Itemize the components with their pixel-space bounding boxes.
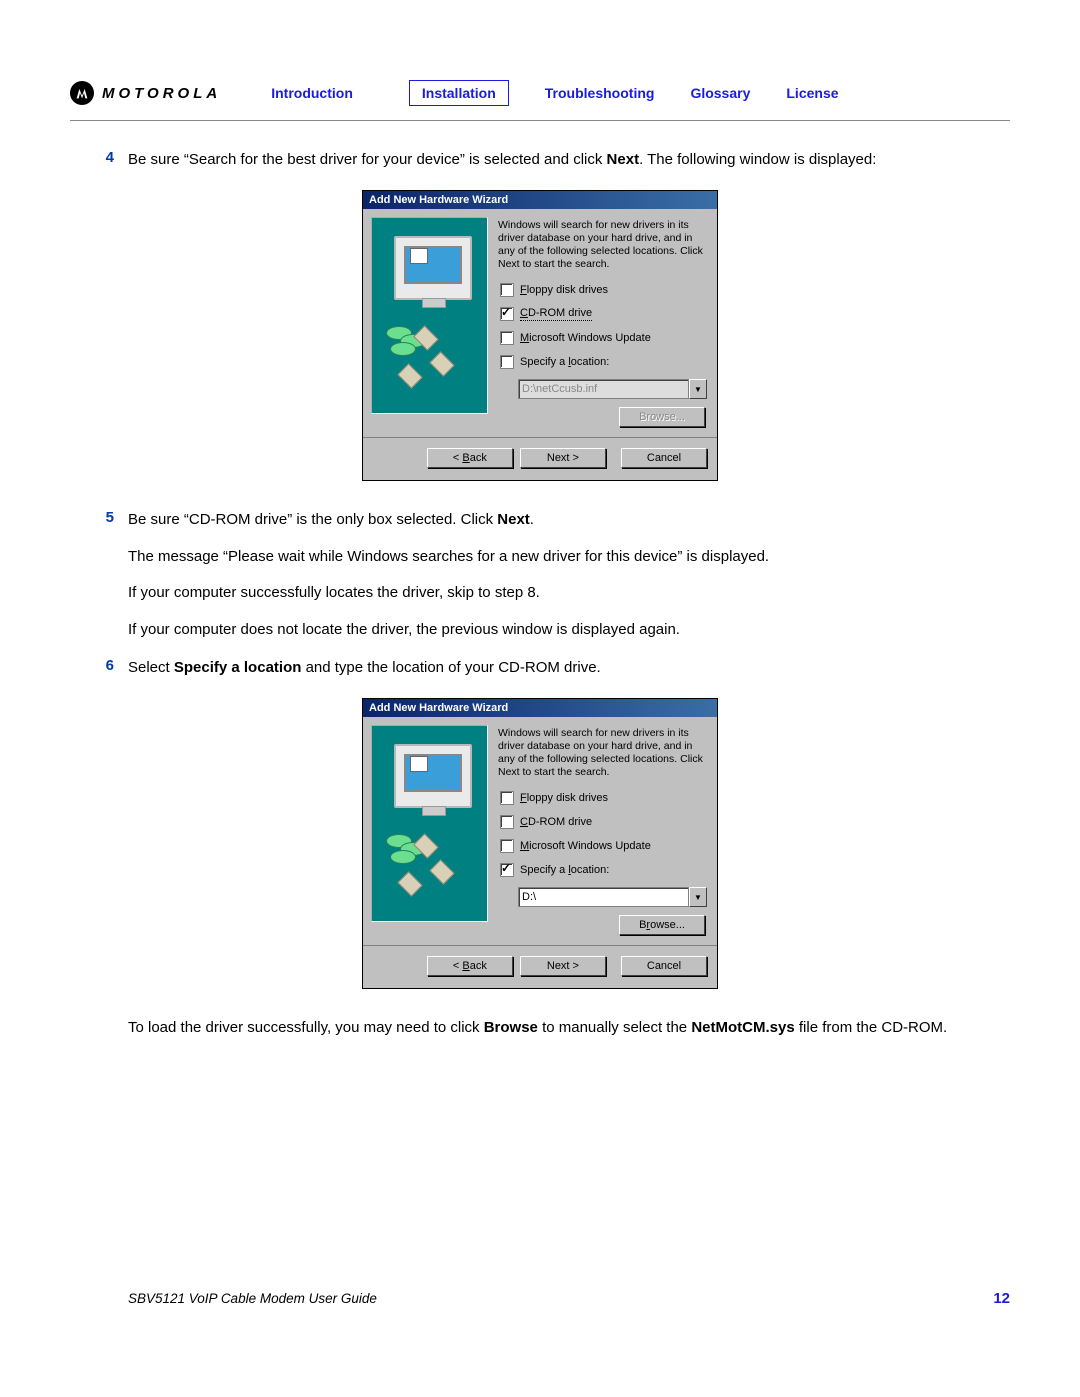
step-text: Be sure “CD-ROM drive” is the only box s… [128,509,1010,532]
location-input[interactable] [518,887,689,907]
step-6: 6 Select Specify a location and type the… [70,657,1010,680]
header-rule [70,120,1010,121]
next-button[interactable]: Next > [520,956,606,976]
motorola-logo-icon [70,81,94,105]
location-input-row: ▼ [518,887,707,907]
page-header: MOTOROLA Introduction Installation Troub… [70,80,1010,106]
wizard-message: Windows will search for new drivers in i… [498,219,707,272]
checkbox-cdrom-label: CD-ROM drive [520,816,592,829]
checkbox-winupdate[interactable] [500,331,514,345]
checkbox-floppy[interactable] [500,283,514,297]
cancel-button[interactable]: Cancel [621,448,707,468]
wizard-screenshot-1: Add New Hardware Wizard Windows will sea… [362,190,718,482]
step-text: Select Specify a location and type the l… [128,657,1010,680]
step-text: To load the driver successfully, you may… [128,1017,1010,1040]
checkbox-specify[interactable] [500,863,514,877]
guide-title: SBV5121 VoIP Cable Modem User Guide [128,1291,377,1306]
wizard-footer: < Back Next > Cancel [363,945,717,988]
wizard-message: Windows will search for new drivers in i… [498,727,707,780]
checkbox-cdrom[interactable] [500,307,514,321]
location-input-row: ▼ [518,379,707,399]
trailing-paragraph: To load the driver successfully, you may… [70,1017,1010,1040]
browse-button: Browse... [619,407,705,427]
checkbox-cdrom[interactable] [500,815,514,829]
wizard-graphic [371,217,488,414]
checkbox-winupdate-label: Microsoft Windows Update [520,332,651,345]
browse-button[interactable]: Browse... [619,915,705,935]
wizard-footer: < Back Next > Cancel [363,437,717,480]
nav-installation[interactable]: Installation [422,85,496,101]
wizard-title: Add New Hardware Wizard [363,699,717,717]
checkbox-specify-label: Specify a location: [520,864,609,877]
checkbox-winupdate-label: Microsoft Windows Update [520,840,651,853]
back-button[interactable]: < Back [427,448,513,468]
dropdown-icon: ▼ [689,379,707,399]
step-number: 5 [70,509,128,526]
page-number: 12 [993,1290,1010,1307]
location-input [518,379,689,399]
checkbox-cdrom-label: CD-ROM drive [520,307,592,321]
next-button[interactable]: Next > [520,448,606,468]
checkbox-winupdate[interactable] [500,839,514,853]
wizard-title: Add New Hardware Wizard [363,191,717,209]
checkbox-floppy-label: Floppy disk drives [520,792,608,805]
checkbox-specify[interactable] [500,355,514,369]
brand-text: MOTOROLA [102,85,221,102]
step-text: Be sure “Search for the best driver for … [128,149,1010,172]
nav-glossary[interactable]: Glossary [690,85,750,101]
nav-troubleshooting[interactable]: Troubleshooting [545,85,655,101]
dropdown-icon[interactable]: ▼ [689,887,707,907]
checkbox-floppy[interactable] [500,791,514,805]
checkbox-specify-label: Specify a location: [520,356,609,369]
nav-links: Introduction Installation Troubleshootin… [271,80,838,106]
step-5: 5 Be sure “CD-ROM drive” is the only box… [70,509,1010,641]
checkbox-floppy-label: Floppy disk drives [520,284,608,297]
nav-installation-box[interactable]: Installation [409,80,509,106]
nav-license[interactable]: License [786,85,838,101]
nav-introduction[interactable]: Introduction [271,85,353,101]
step-text: If your computer successfully locates th… [128,582,1010,605]
step-number: 6 [70,657,128,674]
step-4: 4 Be sure “Search for the best driver fo… [70,149,1010,172]
wizard-graphic [371,725,488,922]
wizard-screenshot-2: Add New Hardware Wizard Windows will sea… [362,698,718,990]
back-button[interactable]: < Back [427,956,513,976]
cancel-button[interactable]: Cancel [621,956,707,976]
page-footer: SBV5121 VoIP Cable Modem User Guide 12 [128,1290,1010,1307]
step-text: If your computer does not locate the dri… [128,619,1010,642]
step-number: 4 [70,149,128,166]
step-text: The message “Please wait while Windows s… [128,546,1010,569]
